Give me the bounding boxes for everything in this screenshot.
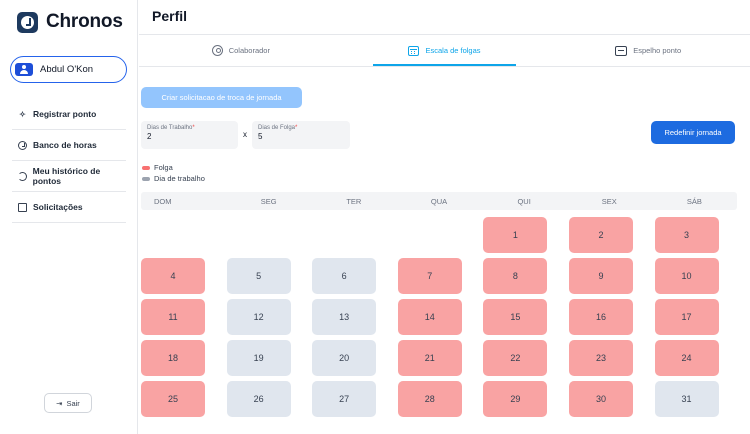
tab-label: Espelho ponto: [633, 46, 682, 55]
calendar-day-folga[interactable]: 1: [483, 217, 548, 253]
calendar-empty-cell: [227, 217, 291, 253]
calendar-day-folga[interactable]: 23: [568, 340, 633, 376]
clock-icon: [18, 140, 27, 150]
weekday-label: TER: [346, 196, 362, 206]
user-profile-chip[interactable]: Abdul O'Kon: [10, 56, 127, 83]
calendar-day-folga[interactable]: 29: [483, 381, 548, 417]
app-name: Chronos: [46, 11, 123, 32]
sidebar-item-label: Solicitações: [33, 202, 83, 212]
calendar-day-folga[interactable]: 25: [141, 381, 205, 417]
calendar-day-folga[interactable]: 24: [654, 340, 719, 376]
legend-item-folga: Folga: [142, 162, 205, 173]
calendar-day-trabalho[interactable]: 6: [312, 258, 377, 294]
timesheet-icon: [615, 45, 628, 56]
history-icon: [18, 171, 27, 181]
calendar-day-trabalho[interactable]: 31: [654, 381, 719, 417]
calendar-weekday-header: DOM SEG TER QUA QUI SEX SÁB: [141, 192, 737, 210]
sidebar: Chronos Abdul O'Kon ✧ Registrar ponto Ba…: [0, 0, 138, 434]
calendar-day-folga[interactable]: 11: [141, 299, 205, 335]
calendar-day-folga[interactable]: 10: [654, 258, 719, 294]
calendar-grid: 1 2 3 4 5 6 7 8 9 10 11 12 13 14 15 16 17 18 19 20 21 22 23 24 2…: [141, 217, 737, 417]
document-icon: [18, 202, 27, 212]
tab-colaborador[interactable]: Colaborador: [139, 35, 343, 66]
sidebar-nav: ✧ Registrar ponto Banco de horas Meu his…: [12, 99, 126, 223]
weekday-label: SEX: [601, 196, 617, 206]
weekday-label: QUA: [430, 196, 448, 206]
legend-item-trabalho: Dia de trabalho: [142, 173, 205, 184]
logout-button[interactable]: ⇥ Sair: [44, 393, 92, 413]
calendar-empty-cell: [312, 217, 376, 253]
logout-label: Sair: [66, 398, 80, 408]
calendar-icon: [408, 45, 420, 56]
calendar-day-folga[interactable]: 15: [483, 299, 548, 335]
sidebar-item-registrar-ponto[interactable]: ✧ Registrar ponto: [12, 99, 126, 130]
sidebar-item-label: Registrar ponto: [33, 109, 97, 119]
weekday-label: DOM: [154, 196, 172, 206]
weekday-label: QUI: [517, 196, 531, 206]
sidebar-item-solicitacoes[interactable]: Solicitações: [12, 192, 126, 223]
calendar-day-folga[interactable]: 22: [483, 340, 548, 376]
sidebar-item-label: Banco de horas: [33, 140, 97, 150]
calendar-day-folga[interactable]: 7: [397, 258, 462, 294]
off-days-label: Dias de Folga: [258, 125, 296, 131]
calendar-day-trabalho[interactable]: 19: [226, 340, 291, 376]
calendar-day-folga[interactable]: 17: [654, 299, 719, 335]
work-days-field[interactable]: Dias de Trabalho* 2: [141, 121, 238, 149]
calendar-day-trabalho[interactable]: 26: [226, 381, 291, 417]
legend-label: Dia de trabalho: [154, 174, 205, 183]
tab-espelho-ponto[interactable]: Espelho ponto: [546, 35, 750, 66]
work-days-label: Dias de Trabalho: [147, 125, 193, 131]
sidebar-item-label: Meu histórico de pontos: [32, 166, 101, 186]
required-mark: *: [295, 125, 298, 131]
create-shift-change-request-button[interactable]: Criar solicitacao de troca de jornada: [141, 87, 302, 108]
sidebar-item-historico[interactable]: Meu histórico de pontos: [12, 161, 126, 192]
chronos-clock-icon: [17, 11, 38, 33]
legend-swatch-trabalho: [142, 176, 150, 181]
weekday-label: SÁB: [686, 196, 702, 206]
tab-label: Colaborador: [228, 46, 270, 55]
profile-tabs: Colaborador Escala de folgas Espelho pon…: [139, 35, 750, 66]
app-logo[interactable]: Chronos: [17, 11, 123, 33]
legend-swatch-folga: [142, 165, 150, 170]
legend-label: Folga: [154, 163, 173, 172]
calendar-day-folga[interactable]: 30: [568, 381, 633, 417]
logout-icon: ⇥: [56, 398, 63, 408]
calendar-day-trabalho[interactable]: 12: [226, 299, 291, 335]
tabs-divider: [139, 66, 750, 67]
off-days-value: 5: [258, 132, 263, 141]
calendar-day-folga[interactable]: 16: [568, 299, 633, 335]
weekday-label: SEG: [260, 196, 277, 206]
reset-schedule-button[interactable]: Redefinir jornada: [651, 121, 735, 144]
required-mark: *: [192, 125, 195, 131]
calendar-day-folga[interactable]: 3: [654, 217, 719, 253]
calendar-day-folga[interactable]: 21: [397, 340, 462, 376]
calendar-day-trabalho[interactable]: 20: [312, 340, 377, 376]
tab-label: Escala de folgas: [425, 46, 481, 55]
calendar-day-trabalho[interactable]: 13: [312, 299, 377, 335]
main-content: Perfil Colaborador Escala de folgas Espe…: [139, 0, 750, 434]
calendar-day-folga[interactable]: 2: [568, 217, 633, 253]
calendar-day-folga[interactable]: 9: [568, 258, 633, 294]
tab-escala-de-folgas[interactable]: Escala de folgas: [343, 35, 547, 66]
calendar-day-folga[interactable]: 28: [397, 381, 462, 417]
calendar-day-folga[interactable]: 4: [141, 258, 205, 294]
sidebar-item-banco-de-horas[interactable]: Banco de horas: [12, 130, 126, 161]
fields-separator: x: [243, 130, 247, 139]
calendar-empty-cell: [398, 217, 462, 253]
sparkle-icon: ✧: [19, 109, 26, 119]
calendar-legend: Folga Dia de trabalho: [142, 162, 205, 184]
page-title: Perfil: [152, 8, 188, 24]
user-circle-icon: [211, 45, 223, 56]
calendar-day-folga[interactable]: 8: [483, 258, 548, 294]
work-days-value: 2: [147, 132, 152, 141]
calendar-day-trabalho[interactable]: 27: [312, 381, 377, 417]
user-avatar-icon: [15, 63, 33, 76]
calendar-day-trabalho[interactable]: 5: [226, 258, 291, 294]
calendar-day-folga[interactable]: 14: [397, 299, 462, 335]
calendar-day-folga[interactable]: 18: [141, 340, 205, 376]
calendar-empty-cell: [141, 217, 205, 253]
user-name: Abdul O'Kon: [40, 64, 94, 75]
off-days-field[interactable]: Dias de Folga* 5: [252, 121, 350, 149]
